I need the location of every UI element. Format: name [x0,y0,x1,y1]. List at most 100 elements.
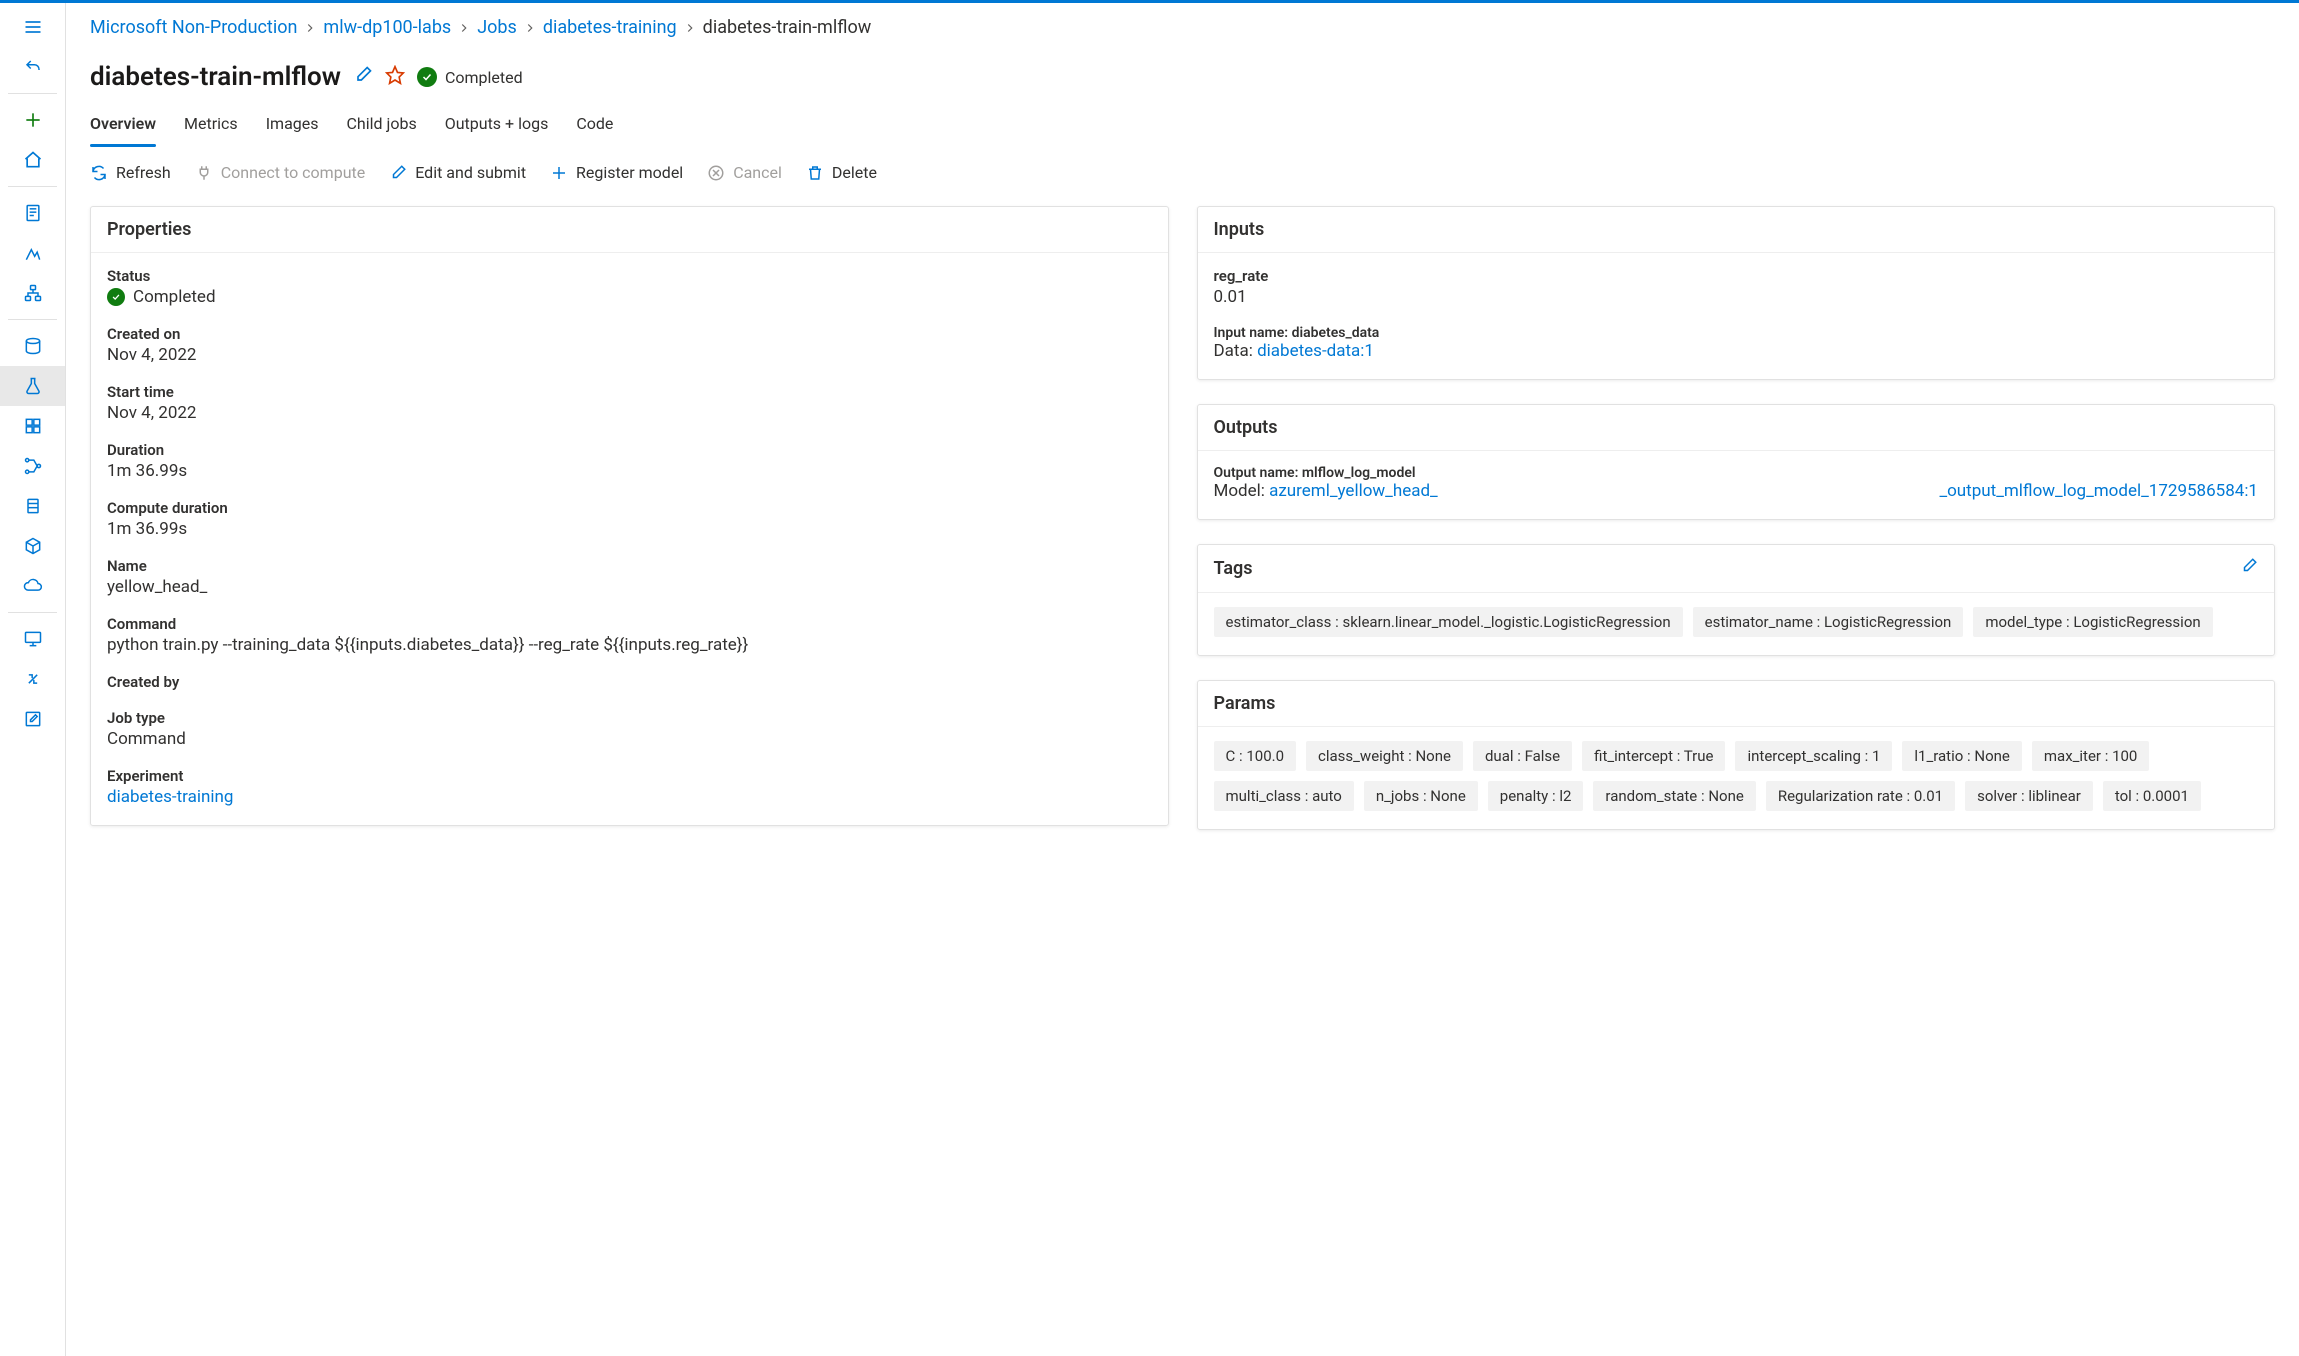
favorite-button[interactable] [385,65,405,89]
param-chip: class_weight : None [1306,741,1463,771]
reg-rate-label: reg_rate [1214,267,2259,285]
chevron-right-icon [457,17,471,38]
sidebar-automl[interactable] [0,233,65,273]
refresh-button[interactable]: Refresh [90,163,171,182]
status-badge-text: Completed [445,68,523,87]
undo-icon [24,58,42,76]
pencil-icon [2240,557,2258,575]
inputs-card: Inputs reg_rate 0.01 Input name: diabete… [1197,206,2276,380]
param-chip: Regularization rate : 0.01 [1766,781,1955,811]
param-chip: fit_intercept : True [1582,741,1725,771]
sidebar-compute[interactable] [0,619,65,659]
automl-icon [23,243,43,263]
param-chip: solver : liblinear [1965,781,2093,811]
output-model-row: Model: azureml_yellow_head_ _output_mlfl… [1214,481,2259,501]
chevron-right-icon [523,17,537,38]
menu-toggle-button[interactable] [0,7,65,47]
outputs-title: Outputs [1198,405,2275,451]
breadcrumb: Microsoft Non-Production mlw-dp100-labs … [90,3,2275,48]
sidebar-endpoints[interactable] [0,566,65,606]
pencil-icon [353,65,373,85]
hamburger-icon [23,17,43,37]
tab-images[interactable]: Images [266,104,319,145]
job-type-label: Job type [107,709,1152,727]
tab-child-jobs[interactable]: Child jobs [347,104,417,145]
cloud-icon [23,576,43,596]
tags-chips: estimator_class : sklearn.linear_model._… [1214,607,2259,637]
sidebar-labeling[interactable] [0,699,65,739]
monitor-icon [23,629,43,649]
created-on-value: Nov 4, 2022 [107,345,1152,365]
tabs: Overview Metrics Images Child jobs Outpu… [90,104,2275,145]
tab-code[interactable]: Code [576,104,613,145]
checkmark-icon [417,67,437,87]
crumb-jobs[interactable]: Jobs [477,17,517,38]
connect-compute-button: Connect to compute [195,163,366,182]
job-type-value: Command [107,729,1152,749]
plus-icon [550,164,568,182]
status-value: Completed [107,287,1152,307]
param-chip: random_state : None [1593,781,1755,811]
sidebar-new[interactable] [0,100,65,140]
crumb-experiment[interactable]: diabetes-training [543,17,677,38]
register-model-button[interactable]: Register model [550,163,683,182]
experiment-link[interactable]: diabetes-training [107,787,1152,807]
params-chips: C : 100.0 class_weight : None dual : Fal… [1214,741,2259,811]
home-icon [23,150,43,170]
model-link-b[interactable]: _output_mlflow_log_model_1729586584:1 [1939,481,2258,501]
data-icon [23,336,43,356]
sidebar-datastores[interactable] [0,659,65,699]
connections-icon [23,669,43,689]
sidebar-notebooks[interactable] [0,193,65,233]
compute-duration-label: Compute duration [107,499,1152,517]
command-label: Command [107,615,1152,633]
star-icon [385,65,405,85]
sidebar-jobs[interactable] [0,366,65,406]
created-by-label: Created by [107,673,1152,691]
tags-title: Tags [1214,558,1253,579]
tab-outputs-logs[interactable]: Outputs + logs [445,104,549,145]
tab-metrics[interactable]: Metrics [184,104,238,145]
duration-value: 1m 36.99s [107,461,1152,481]
tab-overview[interactable]: Overview [90,104,156,145]
delete-button[interactable]: Delete [806,163,877,182]
cancel-label: Cancel [733,163,782,182]
chevron-right-icon [303,17,317,38]
properties-card: Properties Status Completed [90,206,1169,826]
tags-card: Tags estimator_class : sklearn.linear_mo… [1197,544,2276,656]
tag-chip: model_type : LogisticRegression [1973,607,2212,637]
param-chip: multi_class : auto [1214,781,1354,811]
sidebar-designer[interactable] [0,273,65,313]
input-data-link[interactable]: diabetes-data:1 [1257,341,1374,361]
rename-button[interactable] [353,65,373,89]
components-icon [23,416,43,436]
compute-duration-value: 1m 36.99s [107,519,1152,539]
name-value: yellow_head_ [107,577,1152,597]
sidebar-components[interactable] [0,406,65,446]
reg-rate-value: 0.01 [1214,287,2259,307]
outputs-card: Outputs Output name: mlflow_log_model Mo… [1197,404,2276,520]
experiment-label: Experiment [107,767,1152,785]
toolbar: Refresh Connect to compute Edit and subm… [90,163,2275,182]
input-data-row: Data: diabetes-data:1 [1214,341,2259,361]
crumb-workspace[interactable]: Microsoft Non-Production [90,17,297,38]
plug-icon [195,164,213,182]
status-label: Status [107,267,1152,285]
edit-submit-button[interactable]: Edit and submit [389,163,526,182]
crumb-current: diabetes-train-mlflow [703,17,872,38]
sidebar-environments[interactable] [0,486,65,526]
sidebar-data[interactable] [0,326,65,366]
param-chip: n_jobs : None [1364,781,1478,811]
param-chip: C : 100.0 [1214,741,1297,771]
sidebar-home[interactable] [0,140,65,180]
sidebar-models[interactable] [0,526,65,566]
sidebar-undo[interactable] [0,47,65,87]
param-chip: tol : 0.0001 [2103,781,2201,811]
model-link-a[interactable]: azureml_yellow_head_ [1269,481,1438,501]
sidebar-pipelines[interactable] [0,446,65,486]
edit-tags-button[interactable] [2240,557,2258,580]
crumb-project[interactable]: mlw-dp100-labs [323,17,451,38]
param-chip: max_iter : 100 [2032,741,2149,771]
cancel-button: Cancel [707,163,782,182]
edit-note-icon [23,709,43,729]
